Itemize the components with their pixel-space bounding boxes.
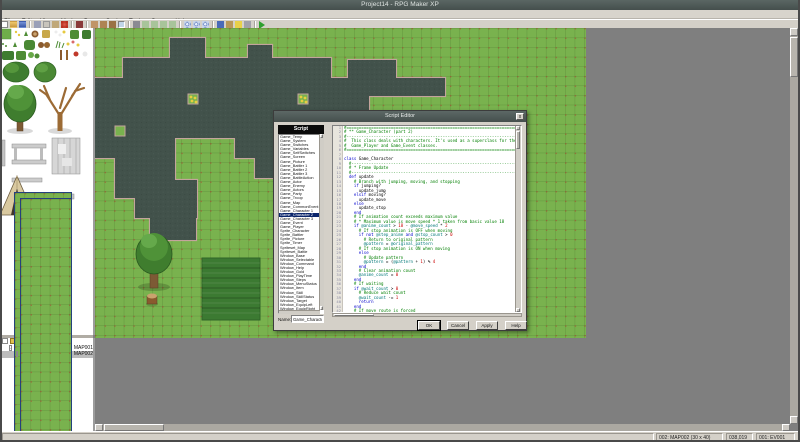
script-list-hscrollbar[interactable]: [279, 310, 320, 314]
map-horizontal-scrollbar[interactable]: [95, 424, 790, 431]
script-editor-icon[interactable]: [235, 21, 242, 28]
map-tree-panel: Project14 -MAP001 MAP002: [0, 338, 95, 431]
apply-button[interactable]: Apply: [476, 321, 498, 330]
pencil-icon[interactable]: [133, 21, 140, 28]
map-vertical-scrollbar[interactable]: [790, 28, 798, 424]
hscroll-thumb[interactable]: [104, 424, 164, 431]
scroll-down-icon[interactable]: [516, 308, 520, 312]
scroll-right-icon[interactable]: [782, 424, 790, 431]
new-icon[interactable]: [1, 21, 8, 28]
flood-fill-icon[interactable]: [160, 21, 167, 28]
layer3-icon[interactable]: [109, 21, 116, 28]
save-icon[interactable]: [19, 21, 26, 28]
dialog-title: Script Editor: [385, 113, 415, 119]
cancel-button[interactable]: Cancel: [447, 321, 469, 330]
code-vertical-scrollbar[interactable]: [515, 126, 521, 312]
ok-button[interactable]: OK: [418, 321, 440, 330]
database-icon[interactable]: [217, 21, 224, 28]
toolbar-separator: [254, 21, 256, 28]
ellipse-icon[interactable]: [151, 21, 158, 28]
window-title: Project14 - RPG Maker XP: [361, 1, 439, 8]
menu-bar: FileEditViewModeDrawScaleToolsGameHelp: [0, 10, 800, 19]
toolbar: [0, 19, 800, 28]
toolbar-separator: [179, 21, 181, 28]
toolbar-separator: [71, 21, 73, 28]
tree-stump: [146, 294, 158, 307]
help-button[interactable]: Help: [505, 321, 527, 330]
zoom-1-4-icon[interactable]: [202, 21, 209, 28]
script-list-header: Script: [278, 125, 324, 134]
code-horizontal-scrollbar[interactable]: [332, 313, 522, 317]
name-label: Name:: [278, 317, 291, 322]
materialbase-icon[interactable]: [226, 21, 233, 28]
tree-expander-icon[interactable]: -: [9, 345, 12, 351]
vscroll-thumb[interactable]: [790, 37, 798, 77]
script-list[interactable]: Game_TempGame_SystemGame_SwitchesGame_Va…: [278, 134, 324, 314]
close-icon[interactable]: x: [516, 113, 524, 120]
toolbar-separator: [29, 21, 31, 28]
code-lines[interactable]: #=======================================…: [344, 126, 516, 312]
window-frame-left: [0, 0, 2, 442]
script-list-scrollbar[interactable]: [319, 134, 324, 310]
rectangle-icon[interactable]: [142, 21, 149, 28]
paste-icon[interactable]: [52, 21, 59, 28]
big-tree: [136, 233, 172, 291]
code-editor[interactable]: 1234567891011121314151617181920212223242…: [332, 125, 522, 313]
map-tree-label: MAP002: [74, 351, 93, 358]
code-gutter: 1234567891011121314151617181920212223242…: [333, 126, 343, 312]
map-icon: [20, 198, 72, 442]
toolbar-separator: [212, 21, 214, 28]
select-icon[interactable]: [169, 21, 176, 28]
rpg-maker-xp-window: Project14 - RPG Maker XP FileEditViewMod…: [0, 0, 800, 442]
tree-expander-icon[interactable]: [2, 338, 8, 344]
cut-icon[interactable]: [34, 21, 41, 28]
layer2-icon[interactable]: [100, 21, 107, 28]
zoom-1-2-icon[interactable]: [193, 21, 200, 28]
toolbar-separator: [86, 21, 88, 28]
tree-expander-icon[interactable]: [16, 351, 18, 357]
scroll-down-icon[interactable]: [790, 416, 798, 424]
zoom-1-1-icon[interactable]: [184, 21, 191, 28]
scroll-down-icon[interactable]: [320, 306, 323, 310]
open-icon[interactable]: [10, 21, 17, 28]
layer1-icon[interactable]: [91, 21, 98, 28]
scroll-up-icon[interactable]: [516, 126, 520, 130]
delete-icon[interactable]: [61, 21, 68, 28]
sound-test-icon[interactable]: [244, 21, 251, 28]
undo-icon[interactable]: [76, 21, 83, 28]
scroll-up-icon[interactable]: [320, 134, 323, 138]
title-bar[interactable]: Project14 - RPG Maker XP: [0, 0, 800, 10]
script-editor-dialog: Script Editor x Script Game_TempGame_Sys…: [273, 110, 527, 331]
toolbar-separator: [128, 21, 130, 28]
script-name-input[interactable]: [291, 315, 324, 323]
hedge-field: [202, 258, 260, 320]
scroll-left-icon[interactable]: [95, 424, 103, 431]
code-hscroll-thumb[interactable]: [334, 314, 374, 316]
copy-icon[interactable]: [43, 21, 50, 28]
event-layer-icon[interactable]: [118, 21, 125, 28]
scroll-up-icon[interactable]: [790, 28, 798, 36]
dialog-title-bar[interactable]: Script Editor: [274, 111, 526, 122]
code-vscroll-thumb[interactable]: [516, 131, 520, 149]
